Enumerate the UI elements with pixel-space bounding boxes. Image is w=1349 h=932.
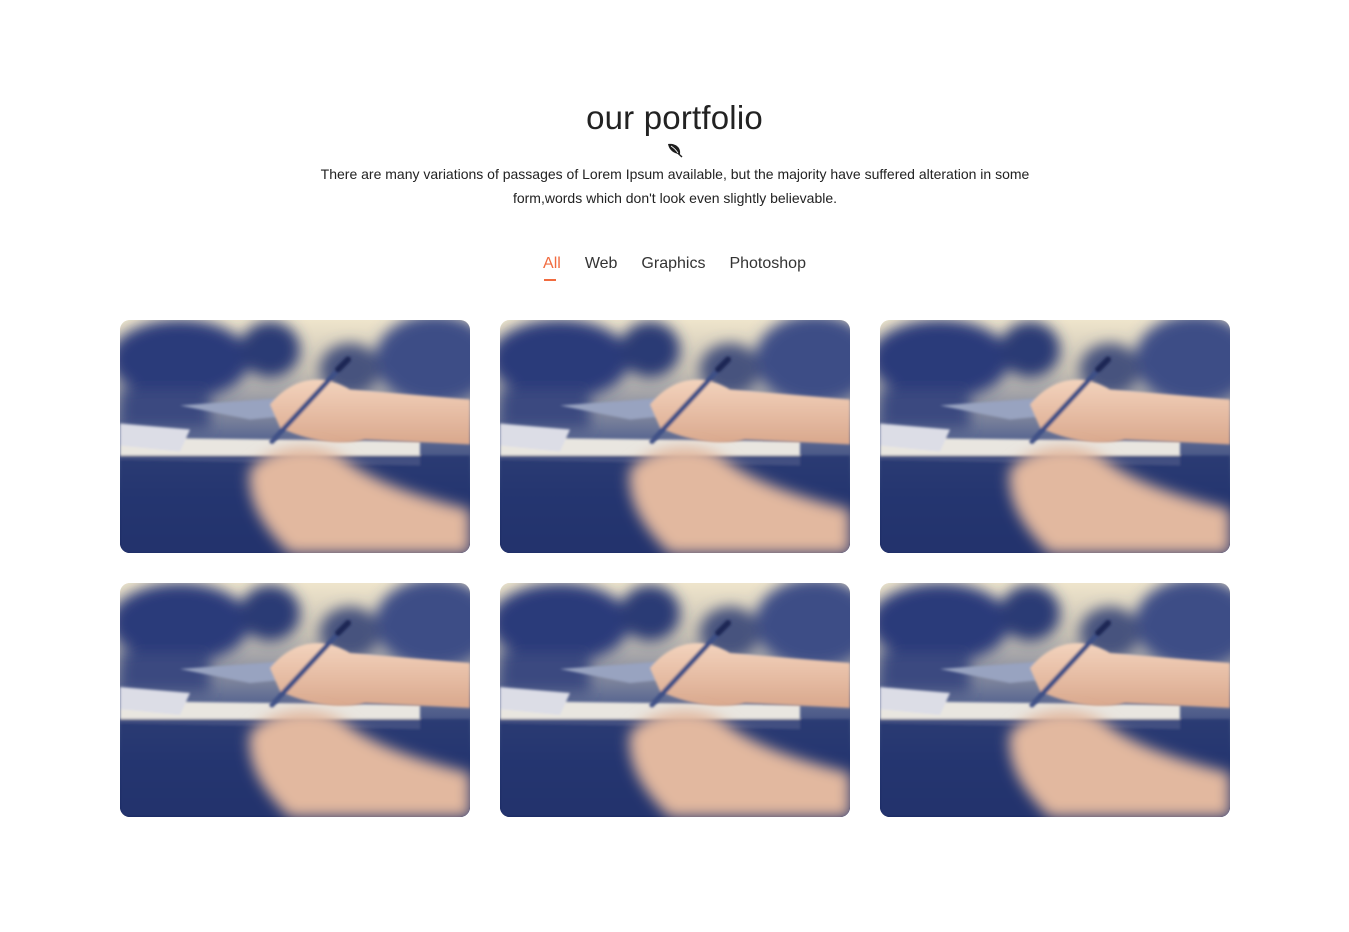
filter-graphics[interactable]: Graphics bbox=[641, 253, 705, 279]
hand-writing-photo bbox=[880, 320, 1230, 553]
filter-all[interactable]: All bbox=[543, 253, 561, 281]
hand-writing-photo bbox=[500, 583, 850, 817]
portfolio-item[interactable] bbox=[500, 320, 850, 553]
hand-writing-photo bbox=[880, 583, 1230, 817]
portfolio-section: our portfolio There are many variations … bbox=[0, 0, 1349, 932]
section-description: There are many variations of passages of… bbox=[320, 166, 1030, 206]
portfolio-item[interactable] bbox=[120, 583, 470, 817]
portfolio-grid bbox=[120, 320, 1230, 817]
leaf-icon bbox=[668, 143, 683, 158]
filter-photoshop[interactable]: Photoshop bbox=[729, 253, 806, 279]
filter-web[interactable]: Web bbox=[585, 253, 618, 279]
portfolio-filter-tabs: All Web Graphics Photoshop bbox=[0, 253, 1349, 281]
section-title: our portfolio bbox=[586, 99, 763, 136]
portfolio-item[interactable] bbox=[880, 320, 1230, 553]
portfolio-item[interactable] bbox=[880, 583, 1230, 817]
hand-writing-photo bbox=[500, 320, 850, 553]
hand-writing-photo bbox=[120, 583, 470, 817]
hand-writing-photo bbox=[120, 320, 470, 553]
portfolio-item[interactable] bbox=[500, 583, 850, 817]
portfolio-item[interactable] bbox=[120, 320, 470, 553]
